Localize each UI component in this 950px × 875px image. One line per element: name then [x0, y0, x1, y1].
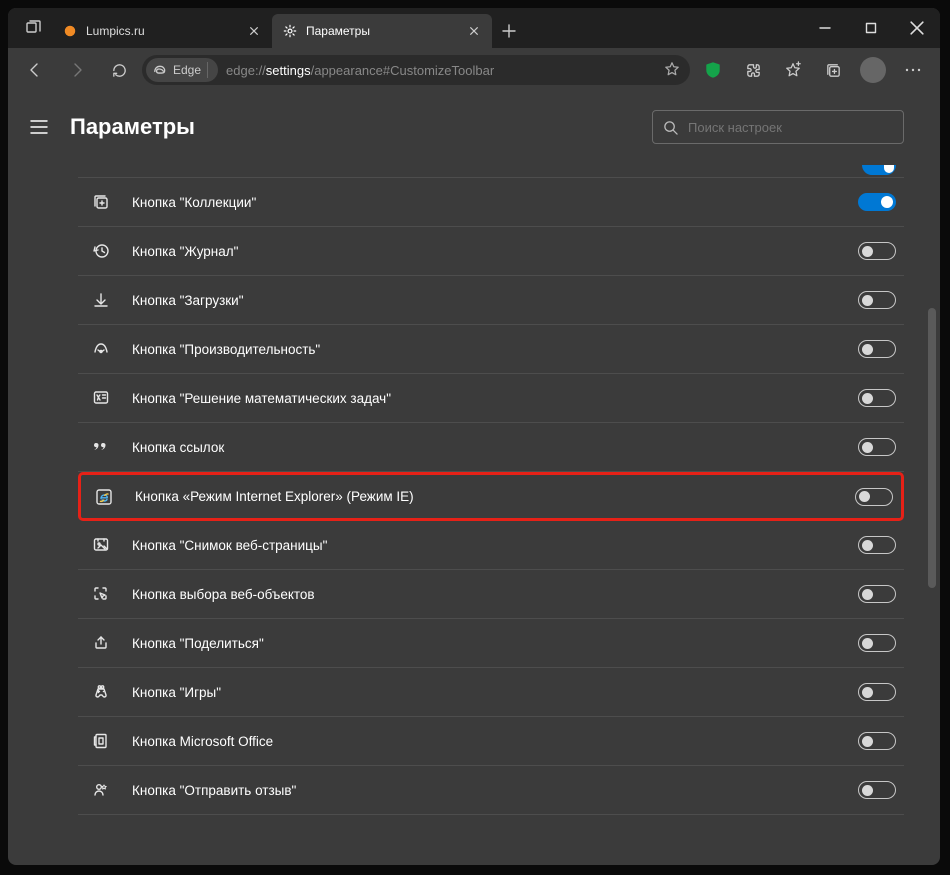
collections-icon [90, 191, 112, 213]
badge-label: Edge [173, 63, 201, 77]
setting-label: Кнопка выбора веб-объектов [132, 587, 858, 602]
extensions-button[interactable] [734, 54, 772, 86]
site-identity-badge[interactable]: Edge [146, 58, 218, 82]
toggle-iemode[interactable] [855, 488, 893, 506]
setting-label: Кнопка «Режим Internet Explorer» (Режим … [135, 489, 855, 504]
setting-label: Кнопка Microsoft Office [132, 734, 858, 749]
gear-icon [282, 23, 298, 39]
quote-icon [90, 436, 112, 458]
setting-row-office: Кнопка Microsoft Office [78, 717, 904, 766]
setting-row-capture: Кнопка "Снимок веб-страницы" [78, 521, 904, 570]
toolbar-buttons-section: Кнопка "Коллекции" Кнопка "Журнал" Кнопка … [78, 164, 904, 815]
toggle-collections[interactable] [858, 193, 896, 211]
office-icon [90, 730, 112, 752]
setting-label: Кнопка "Поделиться" [132, 636, 858, 651]
games-icon [90, 681, 112, 703]
toolbar: Edge edge://settings/appearance#Customiz… [8, 48, 940, 92]
setting-row-history: Кнопка "Журнал" [78, 227, 904, 276]
ie-icon [93, 486, 115, 508]
setting-label: Кнопка "Журнал" [132, 244, 858, 259]
titlebar: Lumpics.ru Параметры [8, 8, 940, 48]
maximize-button[interactable] [848, 8, 894, 48]
page-title: Параметры [70, 114, 638, 140]
new-tab-button[interactable] [492, 14, 526, 48]
search-icon [663, 120, 678, 135]
capture-icon [90, 534, 112, 556]
toggle-share[interactable] [858, 634, 896, 652]
menu-button[interactable] [894, 54, 932, 86]
collections-button[interactable] [814, 54, 852, 86]
setting-row-feedback: Кнопка "Отправить отзыв" [78, 766, 904, 815]
setting-row-partial-top [78, 164, 904, 178]
toggle-history[interactable] [858, 242, 896, 260]
favorite-icon[interactable] [664, 61, 680, 80]
toggle-performance[interactable] [858, 340, 896, 358]
setting-row-iemode: Кнопка «Режим Internet Explorer» (Режим … [78, 472, 904, 521]
setting-label: Кнопка "Загрузки" [132, 293, 858, 308]
favicon-orange-icon [62, 23, 78, 39]
performance-icon [90, 338, 112, 360]
setting-row-collections: Кнопка "Коллекции" [78, 178, 904, 227]
toggle-games[interactable] [858, 683, 896, 701]
history-icon [90, 240, 112, 262]
toggle-citations[interactable] [858, 438, 896, 456]
scrollbar[interactable] [928, 98, 936, 859]
tab-title: Lumpics.ru [86, 24, 238, 38]
setting-row-performance: Кнопка "Производительность" [78, 325, 904, 374]
favorites-button[interactable] [774, 54, 812, 86]
setting-row-share: Кнопка "Поделиться" [78, 619, 904, 668]
adblock-icon[interactable] [694, 54, 732, 86]
settings-search[interactable] [652, 110, 904, 144]
settings-header: Параметры [8, 92, 940, 158]
tab-actions-button[interactable] [14, 8, 52, 48]
toggle-on-partial[interactable] [862, 165, 896, 175]
setting-row-downloads: Кнопка "Загрузки" [78, 276, 904, 325]
address-bar[interactable]: Edge edge://settings/appearance#Customiz… [142, 55, 690, 85]
settings-content: Кнопка "Коллекции" Кнопка "Журнал" Кнопка … [8, 158, 940, 865]
browser-window: Lumpics.ru Параметры [8, 8, 940, 865]
setting-row-citations: Кнопка ссылок [78, 423, 904, 472]
webselect-icon [90, 583, 112, 605]
setting-row-games: Кнопка "Игры" [78, 668, 904, 717]
setting-label: Кнопка "Игры" [132, 685, 858, 700]
setting-row-webselect: Кнопка выбора веб-объектов [78, 570, 904, 619]
scrollbar-thumb[interactable] [928, 308, 936, 588]
setting-label: Кнопка "Коллекции" [132, 195, 858, 210]
settings-menu-button[interactable] [22, 110, 56, 144]
back-button[interactable] [16, 54, 54, 86]
setting-label: Кнопка "Решение математических задач" [132, 391, 858, 406]
tab-title: Параметры [306, 24, 458, 38]
profile-button[interactable] [860, 57, 886, 83]
url-text: edge://settings/appearance#CustomizeTool… [226, 63, 656, 78]
toggle-feedback[interactable] [858, 781, 896, 799]
share-icon [90, 632, 112, 654]
toggle-capture[interactable] [858, 536, 896, 554]
refresh-button[interactable] [100, 54, 138, 86]
setting-label: Кнопка "Производительность" [132, 342, 858, 357]
close-icon[interactable] [246, 23, 262, 39]
tab-lumpics[interactable]: Lumpics.ru [52, 14, 272, 48]
toggle-math[interactable] [858, 389, 896, 407]
forward-button[interactable] [58, 54, 96, 86]
toggle-downloads[interactable] [858, 291, 896, 309]
toggle-webselect[interactable] [858, 585, 896, 603]
setting-label: Кнопка "Отправить отзыв" [132, 783, 858, 798]
tab-settings[interactable]: Параметры [272, 14, 492, 48]
download-icon [90, 289, 112, 311]
math-icon [90, 387, 112, 409]
search-input[interactable] [688, 120, 893, 135]
close-button[interactable] [894, 8, 940, 48]
toggle-office[interactable] [858, 732, 896, 750]
setting-label: Кнопка "Снимок веб-страницы" [132, 538, 858, 553]
setting-row-math: Кнопка "Решение математических задач" [78, 374, 904, 423]
window-controls [802, 8, 940, 48]
minimize-button[interactable] [802, 8, 848, 48]
close-icon[interactable] [466, 23, 482, 39]
feedback-icon [90, 779, 112, 801]
setting-label: Кнопка ссылок [132, 440, 858, 455]
